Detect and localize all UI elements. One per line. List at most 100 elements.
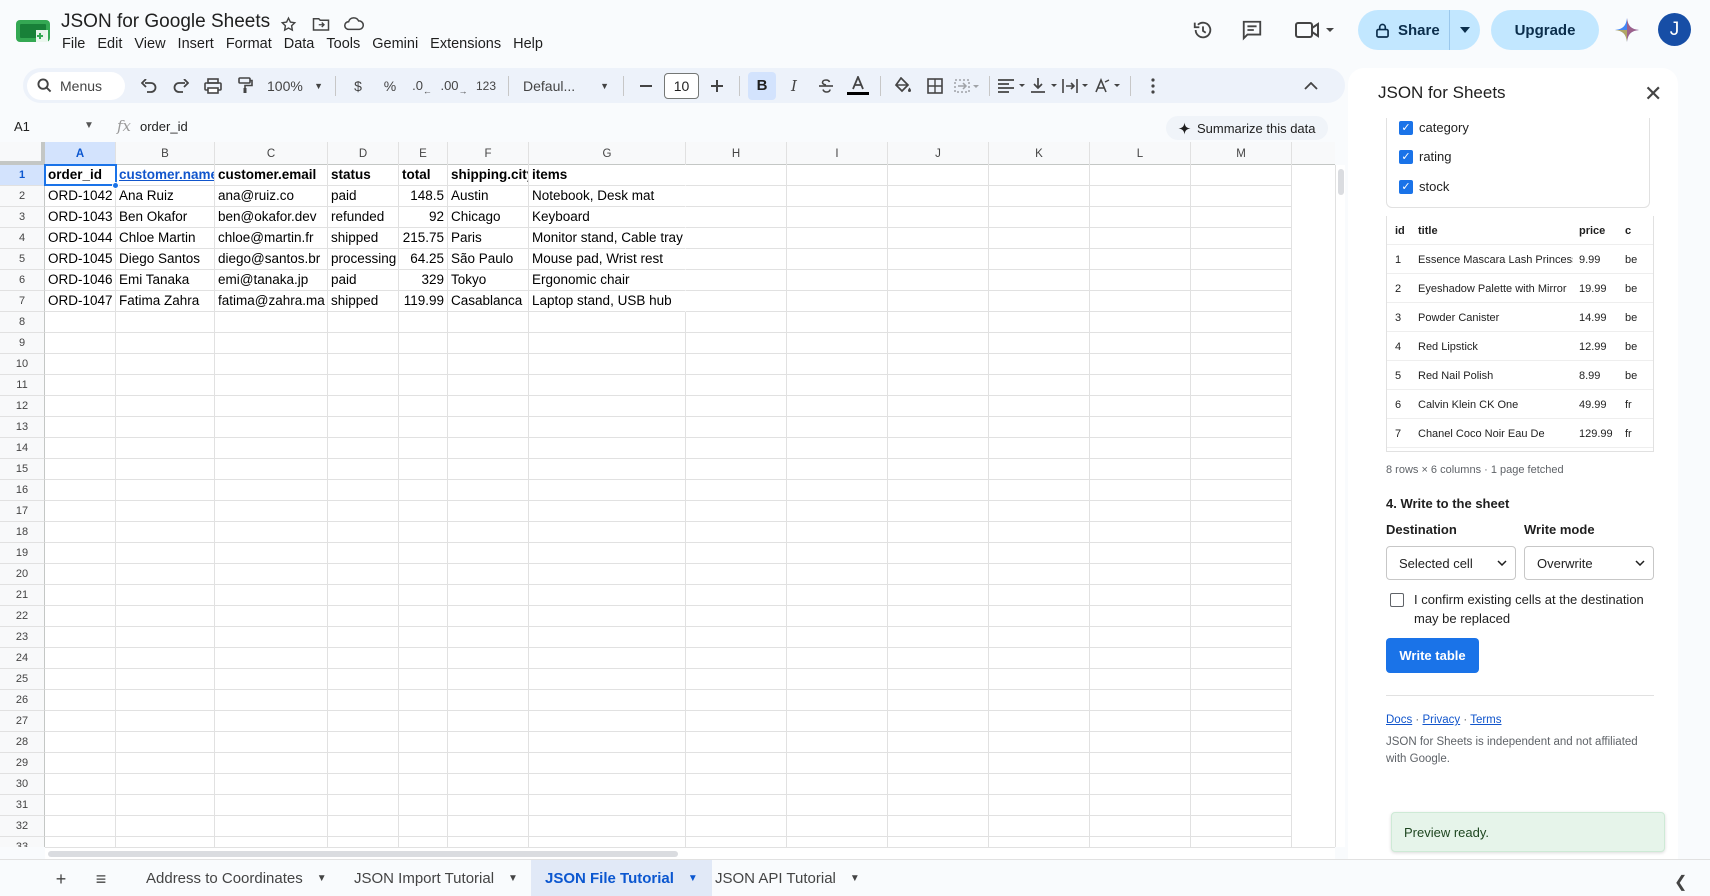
- empty-cell[interactable]: [686, 270, 787, 291]
- row-header[interactable]: 15: [0, 459, 45, 480]
- data-cell[interactable]: ORD-1044: [45, 228, 116, 249]
- menu-help[interactable]: Help: [513, 36, 551, 52]
- data-cell[interactable]: ORD-1047: [45, 291, 116, 312]
- empty-cell[interactable]: [787, 669, 888, 690]
- column-header[interactable]: M: [1191, 142, 1292, 165]
- empty-cell[interactable]: [989, 291, 1090, 312]
- name-box[interactable]: A1: [14, 119, 30, 134]
- empty-cell[interactable]: [399, 522, 448, 543]
- empty-cell[interactable]: [787, 543, 888, 564]
- empty-cell[interactable]: [448, 333, 529, 354]
- empty-cell[interactable]: [116, 606, 215, 627]
- empty-cell[interactable]: [215, 669, 328, 690]
- data-cell[interactable]: 92: [399, 207, 448, 228]
- empty-cell[interactable]: [529, 711, 686, 732]
- empty-cell[interactable]: [989, 312, 1090, 333]
- empty-cell[interactable]: [448, 690, 529, 711]
- data-cell[interactable]: fatima@zahra.ma: [215, 291, 328, 312]
- empty-cell[interactable]: [1090, 270, 1191, 291]
- empty-cell[interactable]: [399, 669, 448, 690]
- empty-cell[interactable]: [787, 501, 888, 522]
- data-cell[interactable]: Paris: [448, 228, 529, 249]
- empty-cell[interactable]: [215, 417, 328, 438]
- empty-cell[interactable]: [686, 333, 787, 354]
- empty-cell[interactable]: [529, 396, 686, 417]
- empty-cell[interactable]: [989, 480, 1090, 501]
- empty-cell[interactable]: [116, 837, 215, 847]
- data-cell[interactable]: shipped: [328, 291, 399, 312]
- fill-handle[interactable]: [112, 182, 119, 189]
- empty-cell[interactable]: [888, 396, 989, 417]
- empty-cell[interactable]: [686, 669, 787, 690]
- empty-cell[interactable]: [686, 837, 787, 847]
- empty-cell[interactable]: [215, 753, 328, 774]
- empty-cell[interactable]: [529, 312, 686, 333]
- row-header[interactable]: 12: [0, 396, 45, 417]
- text-color-icon[interactable]: [844, 72, 872, 100]
- empty-cell[interactable]: [787, 480, 888, 501]
- empty-cell[interactable]: [448, 585, 529, 606]
- close-icon[interactable]: ✕: [1644, 81, 1662, 107]
- empty-cell[interactable]: [787, 459, 888, 480]
- empty-cell[interactable]: [787, 186, 888, 207]
- empty-cell[interactable]: [529, 774, 686, 795]
- empty-cell[interactable]: [1191, 270, 1292, 291]
- empty-cell[interactable]: [1090, 669, 1191, 690]
- empty-cell[interactable]: [116, 501, 215, 522]
- row-header[interactable]: 18: [0, 522, 45, 543]
- row-header[interactable]: 7: [0, 291, 45, 312]
- empty-cell[interactable]: [1090, 606, 1191, 627]
- row-header[interactable]: 19: [0, 543, 45, 564]
- data-cell[interactable]: ORD-1046: [45, 270, 116, 291]
- empty-cell[interactable]: [529, 375, 686, 396]
- empty-cell[interactable]: [888, 333, 989, 354]
- data-cell[interactable]: Chicago: [448, 207, 529, 228]
- collapse-toolbar-icon[interactable]: [1297, 72, 1325, 100]
- menu-edit[interactable]: Edit: [97, 36, 130, 52]
- empty-cell[interactable]: [888, 354, 989, 375]
- empty-cell[interactable]: [888, 480, 989, 501]
- increase-font-size-icon[interactable]: [703, 72, 731, 100]
- empty-cell[interactable]: [1191, 648, 1292, 669]
- empty-cell[interactable]: [448, 501, 529, 522]
- empty-cell[interactable]: [787, 249, 888, 270]
- field-option-rating[interactable]: ✓ rating: [1399, 149, 1452, 164]
- empty-cell[interactable]: [45, 606, 116, 627]
- empty-cell[interactable]: [989, 165, 1090, 186]
- empty-cell[interactable]: [116, 312, 215, 333]
- data-cell[interactable]: São Paulo: [448, 249, 529, 270]
- row-header[interactable]: 8: [0, 312, 45, 333]
- row-header[interactable]: 21: [0, 585, 45, 606]
- field-option-stock[interactable]: ✓ stock: [1399, 179, 1449, 194]
- empty-cell[interactable]: [888, 417, 989, 438]
- chevron-down-icon[interactable]: ▼: [850, 873, 860, 884]
- empty-cell[interactable]: [328, 816, 399, 837]
- data-cell[interactable]: refunded: [328, 207, 399, 228]
- empty-cell[interactable]: [686, 774, 787, 795]
- empty-cell[interactable]: [1191, 396, 1292, 417]
- data-cell[interactable]: Monitor stand, Cable tray: [529, 228, 686, 249]
- empty-cell[interactable]: [215, 354, 328, 375]
- empty-cell[interactable]: [529, 585, 686, 606]
- empty-cell[interactable]: [888, 501, 989, 522]
- empty-cell[interactable]: [686, 354, 787, 375]
- sheet-tab-address-to-coordinates[interactable]: Address to Coordinates ▼: [132, 860, 341, 896]
- empty-cell[interactable]: [686, 816, 787, 837]
- empty-cell[interactable]: [888, 627, 989, 648]
- empty-cell[interactable]: [989, 270, 1090, 291]
- empty-cell[interactable]: [448, 711, 529, 732]
- empty-cell[interactable]: [787, 837, 888, 847]
- sheets-logo-icon[interactable]: [16, 18, 50, 44]
- empty-cell[interactable]: [328, 501, 399, 522]
- empty-cell[interactable]: [448, 522, 529, 543]
- row-header[interactable]: 16: [0, 480, 45, 501]
- row-header[interactable]: 28: [0, 732, 45, 753]
- empty-cell[interactable]: [686, 228, 787, 249]
- empty-cell[interactable]: [787, 375, 888, 396]
- meet-video-icon[interactable]: [1292, 16, 1338, 44]
- empty-cell[interactable]: [399, 396, 448, 417]
- empty-cell[interactable]: [787, 774, 888, 795]
- row-header[interactable]: 6: [0, 270, 45, 291]
- empty-cell[interactable]: [215, 837, 328, 847]
- empty-cell[interactable]: [215, 312, 328, 333]
